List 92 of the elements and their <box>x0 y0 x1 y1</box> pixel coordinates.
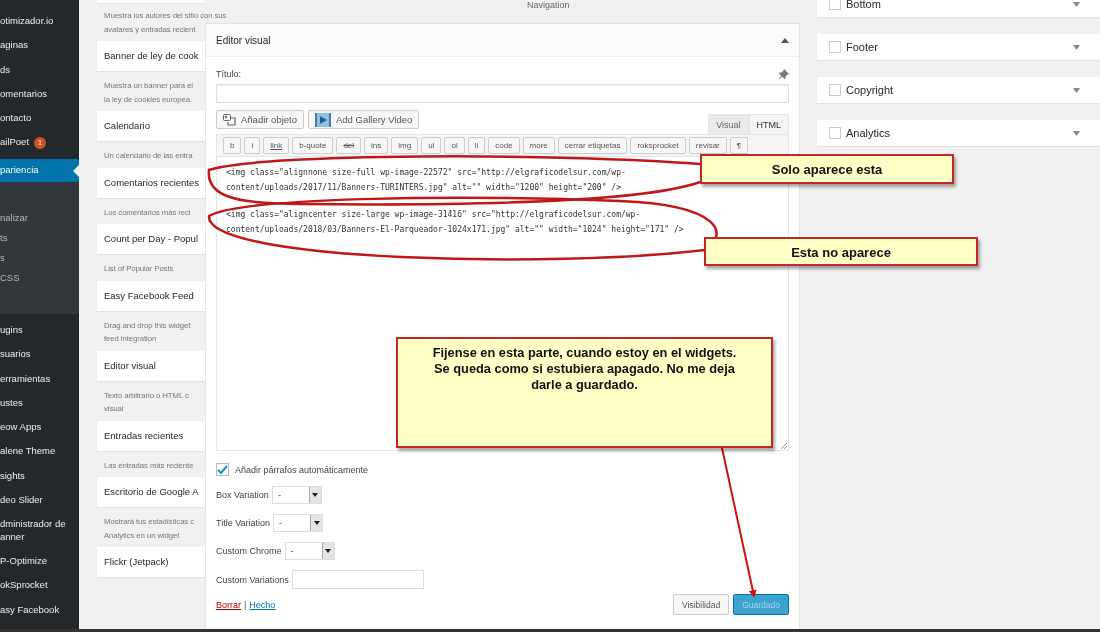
widget-card[interactable]: Easy Facebook Feed <box>97 280 205 311</box>
menu-item[interactable]: dministrador de anner <box>0 512 79 549</box>
caret-icon <box>1073 1 1080 7</box>
checkbox[interactable] <box>829 127 841 139</box>
checkbox[interactable] <box>829 0 841 10</box>
field-label: Box Variation <box>216 490 269 500</box>
quicktag-button[interactable]: b-quote <box>292 137 334 154</box>
widget-card[interactable]: Banner de ley de cook <box>97 41 205 71</box>
caret-icon <box>781 37 789 43</box>
text-field[interactable] <box>291 570 424 589</box>
submenu-item[interactable]: ts <box>0 227 79 248</box>
area-label: Navigation <box>527 0 570 10</box>
code-text: <img class="alignnone size-full wp-image-22572" src="http://elgraficodelsur.com/wp-content/uploads/2017/11/Banners-TURINTERS.jpg" alt="" width="1200" height="200" /> <box>226 167 627 194</box>
widget-card[interactable]: Comentarios recientes <box>97 167 205 198</box>
media-button[interactable]: Añadir objeto <box>216 110 304 129</box>
link-separator: | <box>244 599 247 610</box>
pin-icon[interactable] <box>778 68 789 80</box>
callout-note: Solo aparece esta <box>700 154 954 184</box>
resize-grip-icon[interactable] <box>781 443 787 449</box>
quicktag-button[interactable]: more <box>522 137 555 154</box>
menu-item[interactable]: ugins <box>0 317 79 343</box>
quicktag-button[interactable]: del <box>336 137 362 154</box>
menu-item[interactable]: alene Theme <box>0 439 79 464</box>
menu-item[interactable]: pariencia <box>0 158 79 182</box>
editor-tab[interactable]: Visual <box>708 114 749 135</box>
done-link[interactable]: Hecho <box>249 599 276 610</box>
menu-item[interactable]: suarios <box>0 342 79 367</box>
menu-item[interactable]: eow Apps <box>0 415 79 440</box>
menu-item[interactable]: deo Slider <box>0 488 79 513</box>
widget-card[interactable]: Editor visual <box>97 350 205 381</box>
menu-item[interactable]: ailPoet 1 <box>0 130 79 155</box>
submenu-item[interactable]: CSS <box>0 267 79 288</box>
panel-header[interactable]: Editor visual <box>206 24 799 57</box>
sidebar-area-card[interactable]: Bottom <box>817 0 1100 17</box>
menu-item[interactable]: omentarios <box>0 81 79 107</box>
callout-note: Fijense en esta parte, cuando estoy en el widgets. Se queda como si estubiera apagado. No me deja darle a guardado. <box>396 337 773 448</box>
title-field[interactable] <box>216 84 789 103</box>
menu-item[interactable]: ontacto <box>0 106 79 131</box>
action-button[interactable]: Visibilidad <box>673 594 730 615</box>
menu-item[interactable]: otimizador.io <box>0 9 79 34</box>
field-label: Custom Chrome <box>216 546 282 556</box>
menu-item[interactable]: ustes <box>0 390 79 416</box>
quicktag-button[interactable]: ¶ <box>729 137 749 154</box>
video-icon <box>315 112 331 127</box>
quicktag-button[interactable]: roksprocket <box>630 137 686 154</box>
quicktag-button[interactable]: ins <box>364 137 389 154</box>
quicktag-button[interactable]: ul <box>421 137 442 154</box>
checkbox[interactable] <box>216 463 229 476</box>
quicktag-button[interactable]: code <box>488 137 520 154</box>
quicktag-button[interactable]: i <box>244 137 261 154</box>
quicktag-button[interactable]: li <box>467 137 486 154</box>
menu-item[interactable]: aginas <box>0 33 79 58</box>
caret-icon <box>1073 44 1080 50</box>
menu-item[interactable]: sights <box>0 463 79 489</box>
media-button[interactable]: Add Gallery Video <box>308 110 420 129</box>
caret-icon <box>1073 87 1080 93</box>
menu-item[interactable]: okSprocket <box>0 573 79 598</box>
widget-card[interactable]: Escritorio de Google A <box>97 477 205 507</box>
media-icon <box>223 113 236 126</box>
field-label: Custom Variations <box>216 574 289 585</box>
select-field[interactable]: - <box>284 542 335 560</box>
code-text: <img class="aligncenter size-large wp-image-31416" src="http://elgraficodelsur.com/wp-content/uploads/2018/03/Banners-El-Parqueador-1024x171.jpg" alt="" width="1024" height="171" /> <box>226 209 685 236</box>
menu-item[interactable]: ds <box>0 57 79 82</box>
delete-link[interactable]: Borrar <box>216 599 241 610</box>
menu-item[interactable]: asy Facebook <box>0 597 79 622</box>
checkbox[interactable] <box>829 84 841 96</box>
checkbox-label: Añadir párrafos automáticamente <box>235 464 369 475</box>
notification-badge: 1 <box>34 136 47 149</box>
submenu-item[interactable]: s <box>0 247 79 268</box>
callout-note: Esta no aparece <box>704 237 978 266</box>
submenu-item[interactable]: nalizar <box>0 207 79 228</box>
widget-card[interactable]: Calendario <box>97 111 205 141</box>
widget-card[interactable]: Flickr (Jetpack) <box>97 547 205 577</box>
select-field[interactable]: - <box>271 486 322 504</box>
quicktag-button[interactable]: revisar <box>688 137 727 154</box>
menu-item[interactable]: erramientas <box>0 366 79 391</box>
sidebar-area-card[interactable]: Footer <box>817 34 1100 60</box>
quicktag-button[interactable]: link <box>263 137 290 154</box>
quicktag-button[interactable]: ol <box>444 137 465 154</box>
quicktag-button[interactable]: img <box>391 137 419 154</box>
widget-card[interactable]: Count per Day - Popul <box>97 224 205 254</box>
field-label: Title Variation <box>216 518 271 528</box>
select-field[interactable]: - <box>273 514 324 532</box>
sidebar-area-card[interactable]: Copyright <box>817 77 1100 103</box>
sidebar-area-card[interactable]: Analytics <box>817 120 1100 146</box>
quicktag-button[interactable]: b <box>223 137 242 154</box>
quicktag-button[interactable]: cerrar etiquetas <box>557 137 628 154</box>
menu-item[interactable]: P-Optimize <box>0 548 79 574</box>
checkbox[interactable] <box>829 41 841 53</box>
widget-card[interactable]: Entradas recientes <box>97 420 205 451</box>
caret-icon <box>1073 130 1080 136</box>
field-label: Título: <box>216 69 241 79</box>
